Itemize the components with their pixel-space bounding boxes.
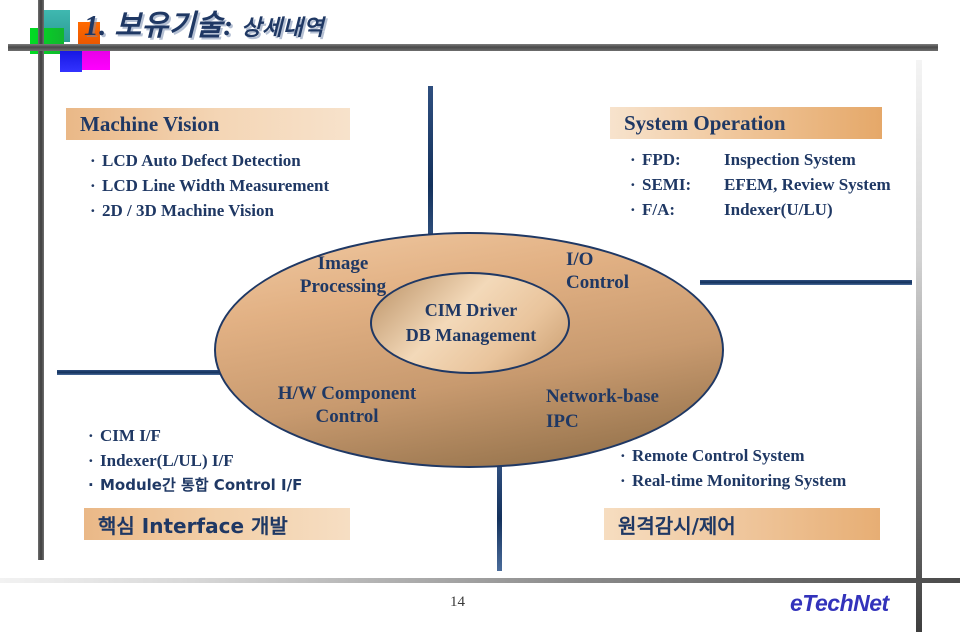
list-item: · Real-time Monitoring System (620, 468, 846, 493)
machine-vision-list: · LCD Auto Defect Detection · LCD Line Wid… (90, 148, 329, 223)
list-item: · Module간 통합 Control I/F (88, 473, 302, 498)
row-value: Indexer(U/LU) (724, 200, 833, 219)
label-cim-driver-line1: CIM Driver (424, 300, 518, 320)
list-item-label: Remote Control System (632, 446, 805, 465)
row-key: F/A: (642, 200, 676, 219)
list-item: · 2D / 3D Machine Vision (90, 198, 329, 223)
page-title: 1. 보유기술: 상세내역 (84, 2, 324, 44)
bullet-dot-icon: · (90, 201, 96, 220)
bullet-dot-icon: · (88, 476, 94, 494)
table-row: · F/A: Indexer(U/LU) (630, 197, 891, 222)
table-row: · SEMI: EFEM, Review System (630, 172, 891, 197)
bullet-dot-icon: · (630, 150, 636, 169)
list-item-label: Indexer(L/UL) I/F (100, 451, 234, 470)
list-item-label: Module간 통합 Control I/F (100, 476, 303, 494)
connector-line-bottom (497, 466, 502, 571)
row-key: SEMI: (642, 175, 692, 194)
bullet-dot-icon: · (620, 471, 626, 490)
list-item-label: CIM I/F (100, 426, 161, 445)
label-io-control: I/O Control (566, 248, 629, 294)
label-hw-component-control: H/W Component Control (262, 382, 432, 428)
frame-rule-top (8, 44, 938, 51)
remote-control-banner: 원격감시/제어 (604, 508, 880, 540)
bullet-dot-icon: · (630, 200, 636, 219)
core-interface-banner: 핵심 Interface 개발 (84, 508, 350, 540)
label-cim-driver: CIM Driver DB Management (380, 298, 562, 348)
row-key: FPD: (642, 150, 681, 169)
core-interface-list: · CIM I/F · Indexer(L/UL) I/F · Module간 통합 … (88, 423, 302, 498)
title-subtitle: 상세내역 (241, 15, 325, 40)
frame-rule-right (916, 60, 922, 632)
slide-canvas: 1. 보유기술: 상세내역 Image Processing I/O Contr… (0, 0, 960, 632)
label-hw-component-line1: H/W Component (277, 383, 417, 404)
title-main: 보유기술: (114, 10, 234, 42)
list-item: · Remote Control System (620, 443, 846, 468)
list-item-label: Real-time Monitoring System (632, 471, 847, 490)
machine-vision-heading: Machine Vision (66, 108, 350, 140)
list-item-label: 2D / 3D Machine Vision (102, 201, 274, 220)
remote-control-banner-label: 원격감시/제어 (618, 513, 736, 538)
core-interface-banner-label: 핵심 Interface 개발 (98, 513, 288, 538)
table-row: · FPD: Inspection System (630, 147, 891, 172)
label-image-processing-line2: Processing (299, 276, 387, 297)
brand-logo: eTechNet (790, 590, 889, 616)
system-operation-heading: System Operation (610, 107, 882, 139)
label-network-line1: Network-base (546, 386, 659, 407)
bullet-dot-icon: · (88, 451, 94, 470)
machine-vision-heading-label: Machine Vision (80, 111, 220, 136)
remote-control-list: · Remote Control System · Real-time Monito… (620, 443, 846, 493)
label-io-control-line1: I/O (566, 249, 594, 270)
list-item-label: LCD Auto Defect Detection (102, 151, 301, 170)
label-image-processing: Image Processing (288, 252, 398, 298)
bullet-dot-icon: · (88, 426, 94, 445)
frame-rule-bottom (0, 578, 960, 583)
label-io-control-line2: Control (566, 272, 629, 293)
list-item: · Indexer(L/UL) I/F (88, 448, 302, 473)
connector-line-right (700, 280, 912, 285)
label-cim-driver-line2: DB Management (405, 325, 537, 345)
bullet-dot-icon: · (90, 151, 96, 170)
row-value: Inspection System (724, 150, 856, 169)
label-network-base-ipc: Network-base IPC (546, 384, 659, 434)
list-item: · LCD Auto Defect Detection (90, 148, 329, 173)
label-image-processing-line1: Image (317, 253, 369, 274)
frame-rule-left (38, 0, 44, 560)
page-number: 14 (450, 594, 465, 610)
row-value: EFEM, Review System (724, 175, 891, 194)
bullet-dot-icon: · (630, 175, 636, 194)
list-item-label: LCD Line Width Measurement (102, 176, 330, 195)
bullet-dot-icon: · (620, 446, 626, 465)
system-operation-list: · FPD: Inspection System · SEMI: EFEM, Revie… (630, 147, 891, 222)
list-item: · LCD Line Width Measurement (90, 173, 329, 198)
title-number: 1. (84, 10, 107, 42)
list-item: · CIM I/F (88, 423, 302, 448)
system-operation-heading-label: System Operation (624, 110, 786, 135)
bullet-dot-icon: · (90, 176, 96, 195)
label-network-line2: IPC (546, 411, 579, 432)
